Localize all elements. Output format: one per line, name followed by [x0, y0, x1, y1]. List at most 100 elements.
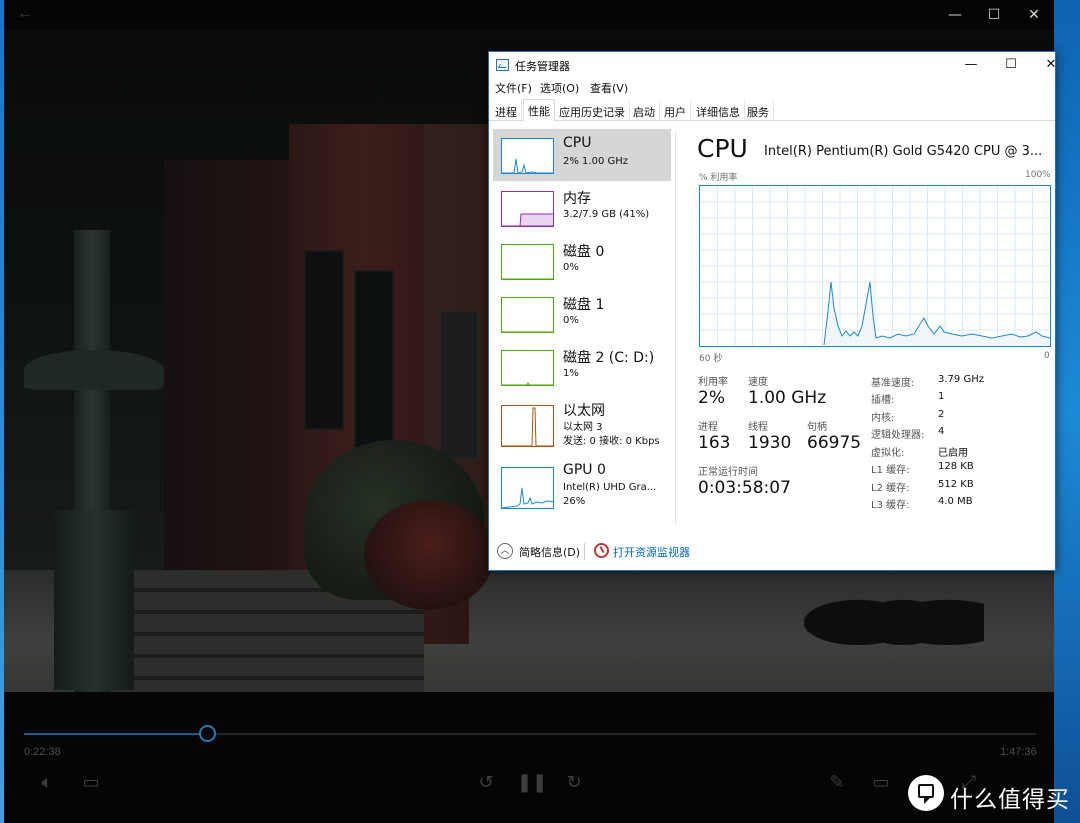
sidebar-item-label: CPU	[563, 135, 592, 151]
thumbnail-line	[502, 213, 553, 226]
sidebar-item-disk-2[interactable]: 磁盘 2 (C: D:) 1%	[493, 341, 671, 393]
tab-services[interactable]: 服务	[743, 101, 774, 121]
window-title: 任务管理器	[515, 60, 570, 73]
detail-value: 已启用	[938, 448, 968, 459]
utilization-label: 利用率	[698, 377, 728, 388]
scene-wall	[164, 160, 294, 620]
volume-icon[interactable]: 🔈︎	[34, 772, 60, 794]
menu-file[interactable]: 文件(F)	[495, 80, 532, 96]
desktop-background-right	[1054, 0, 1080, 823]
menu-view[interactable]: 查看(V)	[590, 80, 628, 96]
cpu-utilization-graph	[699, 185, 1051, 347]
title-bar[interactable]: 任务管理器 — ☐ ✕	[489, 52, 1056, 78]
forward-30-icon[interactable]: ↻	[561, 772, 587, 794]
fewer-details-button[interactable]: 简略信息(D)	[519, 544, 580, 560]
open-resource-monitor-link[interactable]: 打开资源监视器	[613, 544, 690, 560]
sidebar-item-gpu[interactable]: GPU 0 Intel(R) UHD Gra... 26%	[493, 456, 671, 514]
tab-processes[interactable]: 进程	[491, 101, 522, 121]
task-manager-icon	[496, 59, 509, 71]
ethernet-thumbnail-graph	[501, 405, 554, 447]
minimize-button[interactable]: —	[951, 52, 991, 78]
thumbnail-line	[502, 487, 553, 508]
tab-users[interactable]: 用户	[660, 101, 691, 121]
resource-monitor-icon[interactable]	[594, 543, 609, 558]
disk-thumbnail-graph	[501, 350, 554, 386]
detail-label: 虚拟化:	[871, 448, 905, 459]
close-button[interactable]: ✕	[1031, 52, 1071, 78]
subtitles-icon[interactable]: ▭	[78, 772, 104, 794]
pen-icon[interactable]: ✎	[824, 772, 850, 794]
scene-flowers	[364, 500, 494, 610]
detail-label: 逻辑处理器:	[871, 430, 925, 441]
sidebar-item-label: 内存	[563, 191, 591, 207]
detail-label: 插槽:	[871, 395, 895, 406]
sidebar-item-ethernet[interactable]: 以太网 以太网 3 发送: 0 接收: 0 Kbps	[493, 394, 671, 452]
close-button[interactable]: ✕	[1014, 4, 1054, 26]
scene-lamp-base	[54, 510, 134, 690]
sidebar-item-detail: 0%	[563, 262, 579, 273]
sidebar-item-memory[interactable]: 内存 3.2/7.9 GB (41%)	[493, 182, 671, 234]
player-title-bar: ← — ☐ ✕	[4, 0, 1054, 30]
sidebar-item-label: 磁盘 1	[563, 297, 605, 313]
panel-heading: CPU	[697, 134, 748, 163]
maximize-button[interactable]: ☐	[974, 4, 1014, 26]
mini-view-icon[interactable]: ▭	[868, 772, 894, 794]
threads-value: 1930	[748, 433, 792, 453]
thumbnail-line	[502, 381, 553, 385]
sidebar-item-detail: Intel(R) UHD Gra...	[563, 482, 657, 493]
graph-time-span: 60 秒	[699, 354, 723, 364]
sidebar-item-detail: 2% 1.00 GHz	[563, 156, 629, 167]
seek-handle[interactable]	[199, 725, 216, 742]
watermark-text: 什么值得买	[950, 787, 1070, 813]
watermark-logo	[908, 775, 944, 811]
sidebar-item-detail: 1%	[563, 368, 579, 379]
detail-label: 内核:	[871, 413, 895, 424]
sidebar-item-cpu[interactable]: CPU 2% 1.00 GHz	[493, 129, 671, 181]
disk-thumbnail-graph	[501, 244, 554, 280]
chevron-up-icon[interactable]: ︿	[497, 543, 513, 559]
detail-value: 128 KB	[938, 461, 974, 472]
task-manager-window: 任务管理器 — ☐ ✕ 文件(F) 选项(O) 查看(V) 进程 性能 应用历史…	[488, 51, 1056, 571]
performance-sidebar: CPU 2% 1.00 GHz 内存 3.2/7.9 GB (41%) 磁盘 0…	[489, 126, 673, 530]
detail-label: L3 缓存:	[871, 500, 910, 511]
tab-bar: 进程 性能 应用历史记录 启动 用户 详细信息 服务	[489, 99, 1055, 122]
detail-label: L1 缓存:	[871, 465, 910, 476]
sidebar-item-detail: 0%	[563, 315, 579, 326]
sidebar-item-disk-0[interactable]: 磁盘 0 0%	[493, 235, 671, 287]
thumbnail-line	[502, 407, 553, 446]
thumbnail-line	[502, 158, 553, 173]
detail-label: 基准速度:	[871, 378, 915, 389]
tab-details[interactable]: 详细信息	[692, 101, 745, 121]
tab-app-history[interactable]: 应用历史记录	[555, 101, 630, 121]
uptime-value: 0:03:58:07	[698, 478, 791, 498]
uptime-label: 正常运行时间	[698, 467, 758, 478]
pause-icon[interactable]: ❚❚	[517, 772, 547, 794]
sidebar-item-label: GPU 0	[563, 462, 606, 478]
scene-window	[304, 250, 344, 430]
processes-label: 进程	[698, 422, 718, 433]
rewind-10-icon[interactable]: ↺	[473, 772, 499, 794]
speed-value: 1.00 GHz	[748, 388, 827, 408]
detail-value: 3.79 GHz	[938, 374, 984, 385]
scene-window	[354, 270, 394, 450]
sidebar-item-label: 以太网	[563, 403, 605, 419]
cpu-thumbnail-graph	[501, 138, 554, 174]
task-manager-footer: ︿ 简略信息(D) 打开资源监视器	[489, 534, 1055, 570]
sidebar-item-disk-1[interactable]: 磁盘 1 0%	[493, 288, 671, 340]
total-time: 1:47:36	[1000, 746, 1037, 758]
detail-value: 4	[938, 426, 945, 437]
maximize-button[interactable]: ☐	[991, 52, 1031, 78]
minimize-button[interactable]: —	[935, 4, 975, 26]
pane-divider[interactable]	[675, 132, 676, 524]
graph-y-label: % 利用率	[699, 173, 738, 183]
handles-value: 66975	[807, 433, 862, 453]
tab-performance[interactable]: 性能	[523, 99, 555, 122]
menu-options[interactable]: 选项(O)	[540, 80, 579, 96]
detail-label: L2 缓存:	[871, 483, 910, 494]
speed-label: 速度	[748, 377, 768, 388]
back-arrow-icon[interactable]: ←	[14, 5, 36, 25]
footer-divider	[584, 543, 585, 560]
threads-label: 线程	[748, 422, 768, 433]
cpu-model-name: Intel(R) Pentium(R) Gold G5420 CPU @ 3..…	[764, 144, 1043, 159]
tab-startup[interactable]: 启动	[629, 101, 660, 121]
